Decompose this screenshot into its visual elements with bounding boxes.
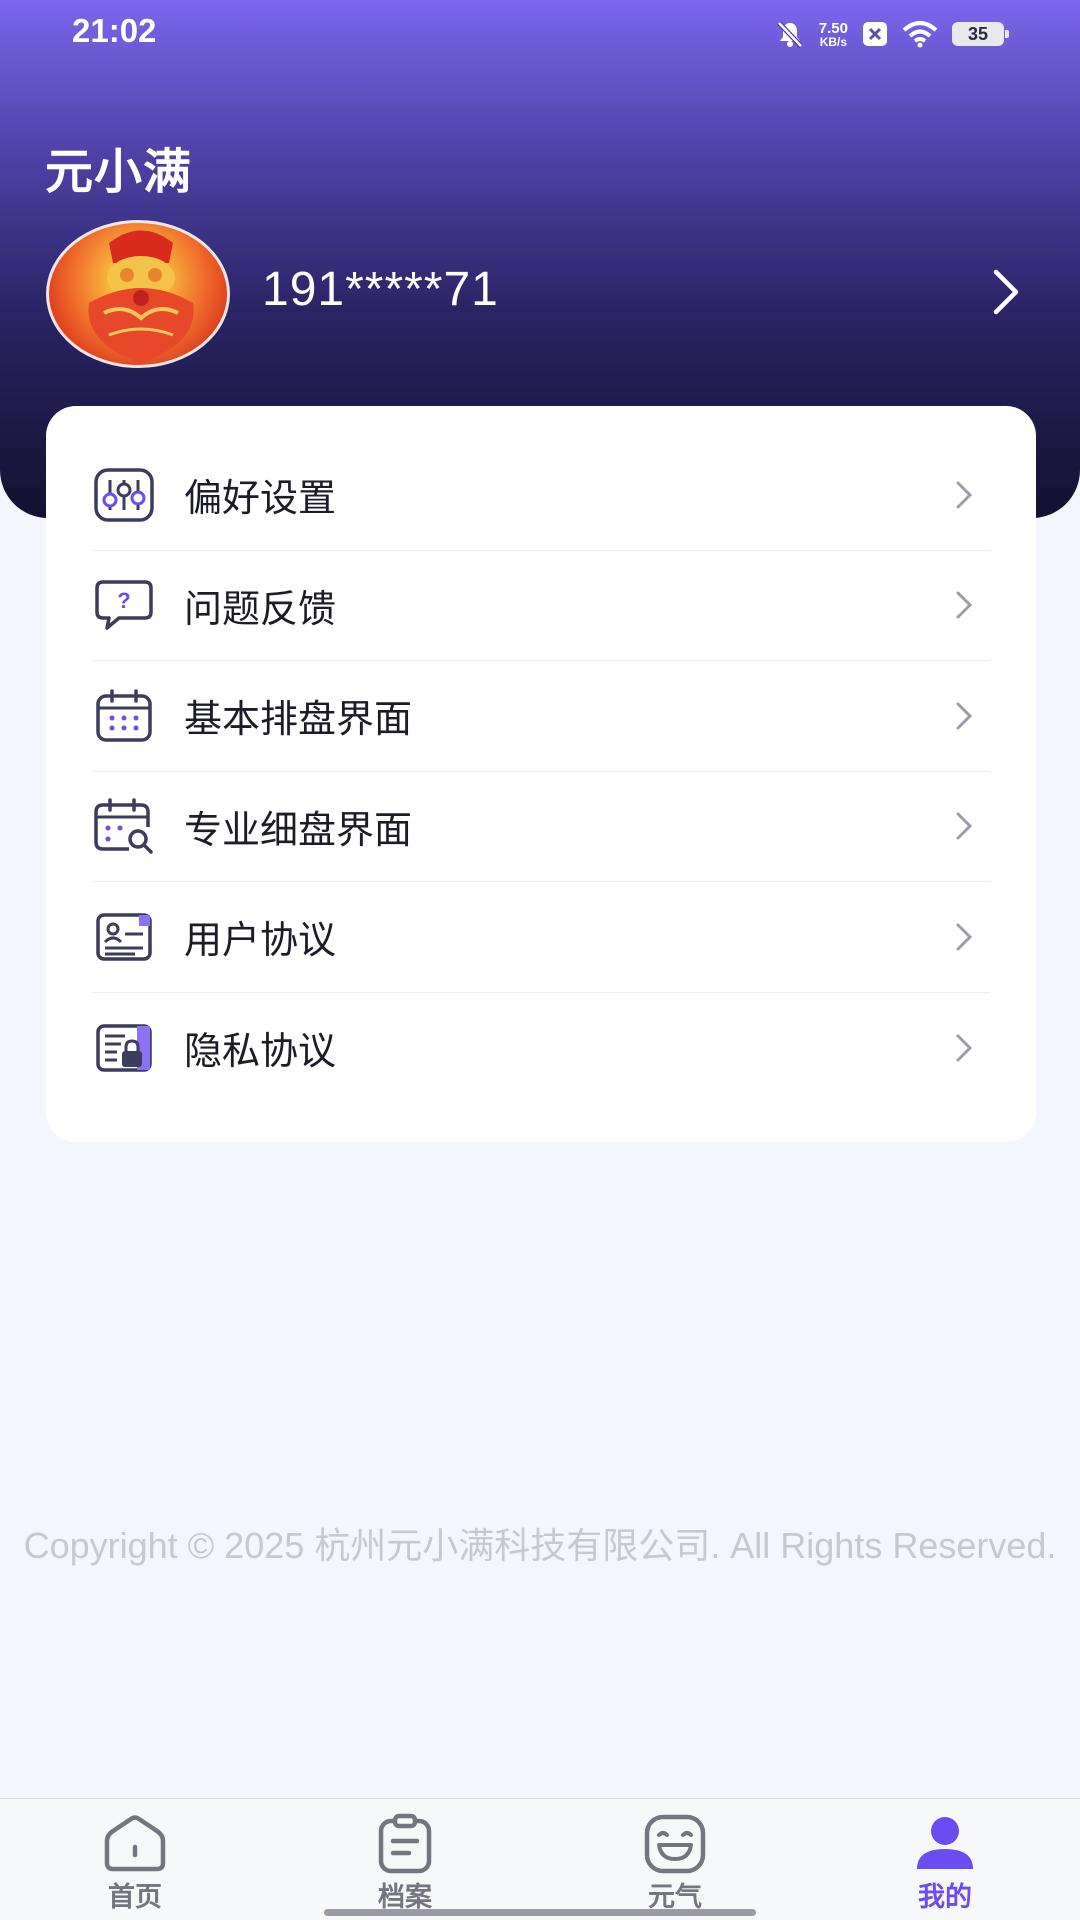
- clipboard-icon: [378, 1813, 432, 1874]
- tab-mine[interactable]: 我的: [810, 1799, 1080, 1920]
- settings-menu-card: 偏好设置 ? 问题反馈 基本排盘界面 专业细盘界面 用户协议 隐私协议: [46, 406, 1036, 1142]
- status-bar: 21:02 7.50 KB/s 35: [0, 0, 1080, 66]
- chevron-right-icon: [956, 591, 973, 619]
- app-title: 元小满: [45, 144, 193, 200]
- chevron-right-icon: [956, 702, 973, 730]
- menu-item-privacy-agreement[interactable]: 隐私协议: [92, 993, 990, 1104]
- calendar-icon: [92, 684, 156, 748]
- chevron-right-icon[interactable]: [976, 262, 1036, 322]
- mute-bell-icon: [776, 21, 803, 48]
- menu-item-label: 偏好设置: [184, 476, 337, 521]
- menu-item-label: 隐私协议: [184, 1029, 337, 1074]
- tab-archive[interactable]: 档案: [270, 1799, 540, 1920]
- tab-yuanqi[interactable]: 元气: [540, 1799, 810, 1920]
- privacy-lock-icon: [92, 1016, 156, 1080]
- sliders-icon: [92, 463, 156, 527]
- profile-row[interactable]: 191*****71: [46, 220, 1036, 370]
- calendar-search-icon: [92, 794, 156, 858]
- copyright-text: Copyright © 2025 杭州元小满科技有限公司. All Rights…: [23, 1525, 1057, 1566]
- bottom-tab-bar: 首页 档案 元气 我的: [0, 1798, 1080, 1920]
- chevron-right-icon: [956, 1034, 973, 1062]
- menu-item-label: 用户协议: [184, 918, 337, 963]
- status-icons: 7.50 KB/s 35: [775, 16, 1009, 52]
- tab-label: 首页: [108, 1882, 162, 1913]
- menu-item-basic-chart[interactable]: 基本排盘界面: [92, 661, 990, 772]
- menu-item-user-agreement[interactable]: 用户协议: [92, 882, 990, 993]
- person-icon: [917, 1817, 973, 1869]
- tab-label: 我的: [918, 1882, 972, 1913]
- avatar[interactable]: [46, 220, 230, 368]
- svg-text:?: ?: [117, 588, 130, 613]
- menu-item-label: 问题反馈: [184, 586, 337, 631]
- chevron-right-icon: [956, 481, 973, 509]
- net-speed: 7.50 KB/s: [818, 19, 848, 49]
- smile-face-icon: [644, 1814, 706, 1874]
- menu-item-label: 基本排盘界面: [184, 697, 413, 742]
- wifi-icon: [902, 21, 938, 48]
- menu-item-feedback[interactable]: ? 问题反馈: [92, 551, 990, 661]
- user-phone[interactable]: 191*****71: [262, 262, 499, 317]
- tab-home[interactable]: 首页: [0, 1799, 270, 1920]
- home-indicator[interactable]: [324, 1909, 756, 1916]
- home-icon: [104, 1815, 166, 1872]
- menu-item-preferences[interactable]: 偏好设置: [92, 440, 990, 551]
- menu-item-label: 专业细盘界面: [184, 807, 413, 852]
- chevron-right-icon: [956, 812, 973, 840]
- battery-icon: 35: [952, 22, 1009, 46]
- chevron-right-icon: [956, 923, 973, 951]
- feedback-icon: ?: [92, 573, 156, 637]
- user-agreement-icon: [92, 905, 156, 969]
- status-time: 21:02: [72, 12, 157, 49]
- menu-item-pro-chart[interactable]: 专业细盘界面: [92, 772, 990, 882]
- x-app-icon: [863, 22, 887, 46]
- avatar-image: [88, 230, 194, 363]
